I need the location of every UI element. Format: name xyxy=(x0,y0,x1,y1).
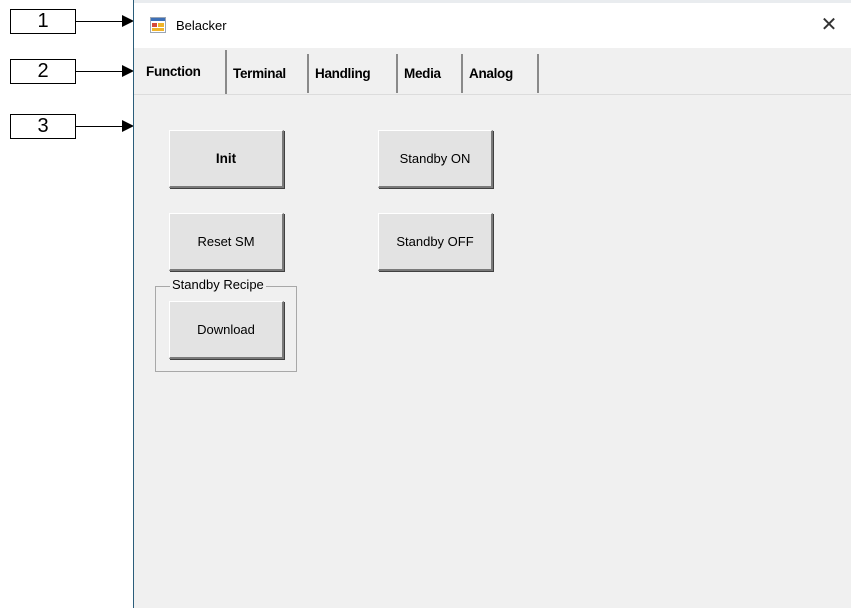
app-window: Belacker ✕ Function Terminal Handling Me… xyxy=(133,0,851,608)
callout-2: 2 xyxy=(10,59,76,84)
download-button[interactable]: Download xyxy=(169,301,284,359)
init-button[interactable]: Init xyxy=(169,130,284,188)
callout-2-arrow xyxy=(76,65,134,77)
callout-1-arrow xyxy=(76,15,134,27)
app-window-icon xyxy=(150,17,166,33)
tab-terminal[interactable]: Terminal xyxy=(229,54,309,93)
reset-sm-button[interactable]: Reset SM xyxy=(169,213,284,271)
close-icon[interactable]: ✕ xyxy=(807,3,851,48)
standby-recipe-group-title: Standby Recipe xyxy=(170,277,266,292)
window-title: Belacker xyxy=(176,18,227,33)
callout-1: 1 xyxy=(10,9,76,34)
standby-off-button[interactable]: Standby OFF xyxy=(378,213,493,271)
tab-divider xyxy=(134,94,851,95)
tab-media[interactable]: Media xyxy=(400,54,463,93)
tab-analog[interactable]: Analog xyxy=(465,54,539,93)
tab-handling[interactable]: Handling xyxy=(311,54,398,93)
callout-3-arrow xyxy=(76,120,134,132)
tab-strip: Function Terminal Handling Media Analog xyxy=(134,48,851,95)
standby-on-button[interactable]: Standby ON xyxy=(378,130,493,188)
callout-3: 3 xyxy=(10,114,76,139)
tab-function[interactable]: Function xyxy=(142,50,227,94)
title-bar[interactable]: Belacker ✕ xyxy=(134,3,851,48)
